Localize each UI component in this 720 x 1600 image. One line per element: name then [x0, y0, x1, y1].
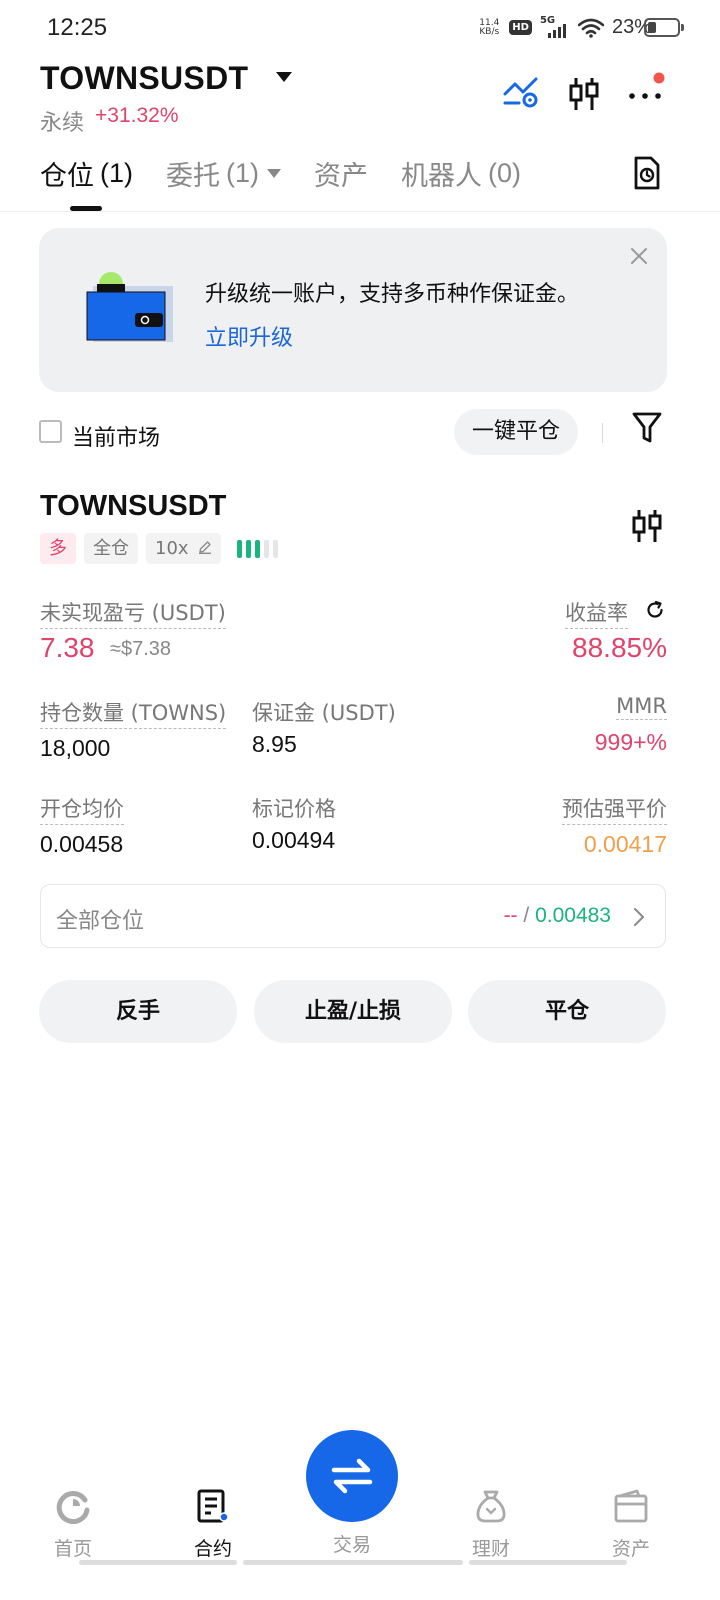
- price-change: +31.32%: [95, 104, 179, 127]
- nav-assets[interactable]: 资产: [591, 1488, 671, 1561]
- all-positions-row[interactable]: 全部仓位 -- / 0.00483: [40, 884, 666, 948]
- mmr-label[interactable]: MMR: [616, 694, 667, 720]
- risk-level-bar: [273, 539, 279, 558]
- mmr-value: 999+%: [594, 729, 667, 755]
- roi-value: 88.85%: [572, 632, 667, 663]
- tab-bots[interactable]: 机器人 (0): [401, 154, 521, 193]
- position-tags: 多 全仓 10x: [40, 533, 279, 564]
- mark-price-label: 标记价格: [252, 797, 336, 821]
- battery-icon: [644, 18, 684, 37]
- position-chart-icon[interactable]: [630, 508, 664, 544]
- refresh-icon[interactable]: [645, 600, 665, 620]
- risk-level-bar: [246, 539, 252, 558]
- leverage-badge[interactable]: 10x: [146, 533, 222, 564]
- nav-home[interactable]: 首页: [33, 1488, 113, 1561]
- liq-price-label[interactable]: 预估强平价: [562, 793, 667, 825]
- margin-label: 保证金 (USDT): [252, 701, 396, 725]
- current-market-checkbox[interactable]: [39, 420, 62, 443]
- all-positions-value: -- / 0.00483: [503, 904, 611, 927]
- symbol-dropdown-icon[interactable]: [276, 72, 292, 82]
- trade-button[interactable]: [306, 1430, 398, 1522]
- unrealized-pnl-usd: ≈$7.38: [110, 638, 172, 660]
- risk-level-bar: [255, 539, 261, 558]
- liq-price-value: 0.00417: [583, 831, 667, 857]
- contract-type: 永续: [40, 111, 85, 136]
- margin-mode-badge: 全仓: [84, 533, 138, 564]
- risk-level-bar: [237, 539, 243, 558]
- close-icon[interactable]: [629, 246, 649, 266]
- divider: [602, 423, 603, 443]
- risk-level-bar: [264, 539, 270, 558]
- reverse-button[interactable]: 反手: [39, 980, 237, 1043]
- tp-sl-button[interactable]: 止盈/止损: [254, 980, 452, 1043]
- hd-icon: HD: [509, 20, 532, 35]
- home-indicator: [243, 1560, 463, 1565]
- unrealized-pnl-value: 7.38: [40, 632, 95, 663]
- tab-orders[interactable]: 委托 (1): [166, 154, 281, 193]
- home-indicator: [79, 1560, 237, 1565]
- nav-trade-label[interactable]: 交易: [312, 1530, 392, 1557]
- close-all-button[interactable]: 一键平仓: [454, 409, 578, 455]
- margin-value: 8.95: [252, 731, 297, 757]
- earn-icon: [476, 1490, 506, 1523]
- banner-text: 升级统一账户，支持多币种作保证金。: [205, 282, 580, 307]
- position-tabs: 仓位 (1) 委托 (1) 资产 机器人 (0): [40, 154, 521, 193]
- candlestick-chart-icon[interactable]: [567, 76, 601, 112]
- size-value: 18,000: [40, 735, 111, 761]
- history-icon[interactable]: [633, 156, 661, 190]
- wifi-icon: [577, 18, 604, 38]
- home-icon: [56, 1491, 90, 1525]
- tab-divider: [0, 211, 720, 212]
- nav-futures[interactable]: 合约: [173, 1488, 253, 1561]
- net-speed: 11.4 KB/s: [479, 17, 500, 37]
- entry-price-label[interactable]: 开仓均价: [40, 793, 124, 825]
- mark-price-value: 0.00494: [252, 827, 336, 853]
- current-market-label: 当前市场: [72, 426, 161, 451]
- roi-label[interactable]: 收益率: [565, 597, 628, 629]
- entry-price-value: 0.00458: [40, 831, 124, 857]
- home-indicator: [469, 1560, 627, 1565]
- unrealized-pnl-label[interactable]: 未实现盈亏 (USDT): [40, 597, 226, 629]
- status-bar: 12:25 11.4 KB/s HD 5G 23%: [0, 0, 720, 56]
- filter-icon[interactable]: [631, 411, 663, 445]
- orders-dropdown-icon[interactable]: [267, 169, 281, 178]
- more-icon[interactable]: [626, 70, 670, 110]
- status-time: 12:25: [47, 14, 108, 41]
- position-symbol[interactable]: TOWNSUSDT: [40, 490, 226, 523]
- close-position-button[interactable]: 平仓: [468, 980, 666, 1043]
- all-positions-label: 全部仓位: [56, 909, 145, 934]
- tab-positions[interactable]: 仓位 (1): [40, 154, 133, 193]
- upgrade-now-link[interactable]: 立即升级: [205, 320, 293, 352]
- size-label[interactable]: 持仓数量 (TOWNS): [40, 697, 227, 729]
- wallet-illustration-icon: [86, 272, 173, 342]
- status-icons: 11.4 KB/s HD 5G 23%: [477, 15, 652, 39]
- price-alert-icon[interactable]: [503, 76, 539, 108]
- risk-level-indicator: [237, 539, 279, 558]
- futures-icon: [197, 1489, 229, 1523]
- nav-earn[interactable]: 理财: [451, 1488, 531, 1561]
- upgrade-banner[interactable]: 升级统一账户，支持多币种作保证金。 立即升级: [39, 228, 667, 392]
- tab-assets[interactable]: 资产: [314, 154, 368, 193]
- edit-icon: [199, 541, 212, 554]
- chevron-right-icon: [634, 908, 644, 926]
- swap-icon: [331, 1458, 373, 1494]
- side-badge: 多: [40, 533, 76, 564]
- wallet-icon: [614, 1489, 648, 1523]
- symbol-title[interactable]: TOWNSUSDT: [40, 60, 248, 97]
- signal-icon: 5G: [540, 15, 570, 38]
